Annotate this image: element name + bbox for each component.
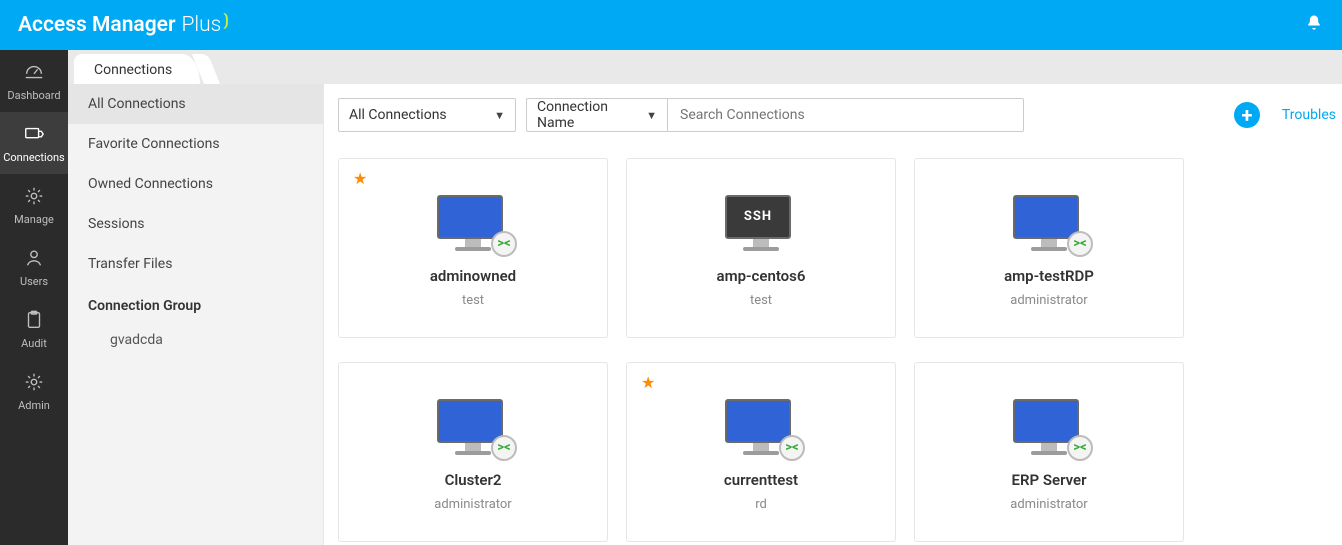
search-input[interactable] — [668, 98, 1024, 132]
filter-select[interactable]: All Connections ▼ — [338, 98, 516, 132]
connection-name: Cluster2 — [445, 471, 502, 489]
sidebar-owned-connections[interactable]: Owned Connections — [68, 164, 323, 204]
plus-icon: + — [1241, 103, 1252, 127]
connection-user: rd — [755, 497, 767, 512]
troubleshoot-link[interactable]: Troubles — [1282, 107, 1336, 123]
connection-card[interactable]: SSH amp-centos6 test — [626, 158, 896, 338]
sidebar-favorite-connections[interactable]: Favorite Connections — [68, 124, 323, 164]
rdp-monitor-icon: >< — [1013, 195, 1085, 255]
connection-name: currenttest — [724, 471, 798, 489]
brand-suffix: Plus — [182, 13, 222, 37]
rdp-monitor-icon: >< — [725, 399, 797, 459]
filter-select-label: All Connections — [349, 107, 447, 123]
gauge-icon — [23, 61, 45, 83]
caret-down-icon: ▼ — [646, 109, 657, 122]
brand-arc-icon: ⟯ — [223, 10, 228, 30]
clipboard-icon — [23, 309, 45, 331]
rdp-badge-icon: >< — [491, 231, 517, 257]
rdp-monitor-icon: >< — [437, 195, 509, 255]
caret-down-icon: ▼ — [494, 109, 505, 122]
notifications-button[interactable] — [1304, 13, 1324, 37]
main-panel: All Connections ▼ Connection Name ▼ + Tr… — [324, 84, 1342, 545]
sidebar-group-header: Connection Group — [68, 284, 323, 322]
nav-audit[interactable]: Audit — [0, 298, 68, 360]
connection-card[interactable]: ★ >< adminowned test — [338, 158, 608, 338]
users-icon — [23, 247, 45, 269]
rdp-badge-icon: >< — [1067, 435, 1093, 461]
nav-label: Admin — [18, 399, 50, 412]
connection-user: administrator — [1010, 293, 1087, 308]
gear-icon — [23, 185, 45, 207]
connection-user: test — [750, 293, 772, 308]
search-field-select[interactable]: Connection Name ▼ — [526, 98, 668, 132]
connections-grid: ★ >< adminowned test SSH amp-centos6 test >< amp… — [338, 158, 1334, 542]
nav-users[interactable]: Users — [0, 236, 68, 298]
toolbar: All Connections ▼ Connection Name ▼ + Tr… — [338, 98, 1334, 132]
top-bar: Access Manager Plus ⟯ — [0, 0, 1342, 50]
rdp-badge-icon: >< — [491, 435, 517, 461]
search-field-label: Connection Name — [537, 99, 638, 131]
rdp-monitor-icon: >< — [1013, 399, 1085, 459]
tab-connections[interactable]: Connections — [74, 54, 200, 84]
primary-nav: Dashboard Connections Manage Users Audit… — [0, 50, 68, 545]
content-area: Connections All Connections Favorite Con… — [68, 50, 1342, 545]
sidebar-transfer-files[interactable]: Transfer Files — [68, 244, 323, 284]
connections-sidebar: All Connections Favorite Connections Own… — [68, 84, 324, 545]
connection-name: ERP Server — [1012, 471, 1087, 489]
rdp-badge-icon: >< — [1067, 231, 1093, 257]
rdp-monitor-icon: >< — [437, 399, 509, 459]
connection-card[interactable]: >< amp-testRDP administrator — [914, 158, 1184, 338]
connection-name: amp-centos6 — [717, 267, 806, 285]
connection-card[interactable]: >< Cluster2 administrator — [338, 362, 608, 542]
connections-icon — [23, 123, 45, 145]
page-body: All Connections Favorite Connections Own… — [68, 84, 1342, 545]
nav-admin[interactable]: Admin — [0, 360, 68, 422]
rdp-badge-icon: >< — [779, 435, 805, 461]
star-icon: ★ — [641, 373, 655, 392]
star-icon: ★ — [353, 169, 367, 188]
nav-label: Manage — [14, 213, 54, 226]
brand: Access Manager Plus ⟯ — [18, 13, 233, 37]
sidebar-group-item[interactable]: gvadcda — [68, 322, 323, 358]
connection-name: adminowned — [430, 267, 516, 285]
gear-icon — [23, 371, 45, 393]
connection-name: amp-testRDP — [1004, 267, 1094, 285]
connection-card[interactable]: >< ERP Server administrator — [914, 362, 1184, 542]
nav-dashboard[interactable]: Dashboard — [0, 50, 68, 112]
tab-label: Connections — [94, 62, 172, 78]
nav-manage[interactable]: Manage — [0, 174, 68, 236]
nav-label: Connections — [3, 151, 64, 164]
connection-user: administrator — [434, 497, 511, 512]
add-connection-button[interactable]: + — [1234, 102, 1260, 128]
brand-name: Access Manager — [18, 13, 176, 37]
connection-card[interactable]: ★ >< currenttest rd — [626, 362, 896, 542]
nav-label: Dashboard — [7, 89, 60, 102]
sidebar-all-connections[interactable]: All Connections — [68, 84, 323, 124]
nav-connections[interactable]: Connections — [0, 112, 68, 174]
ssh-terminal-icon: SSH — [725, 195, 797, 255]
sidebar-sessions[interactable]: Sessions — [68, 204, 323, 244]
connection-user: administrator — [1010, 497, 1087, 512]
nav-label: Users — [20, 275, 48, 288]
nav-label: Audit — [21, 337, 47, 350]
connection-user: test — [462, 293, 484, 308]
bell-icon — [1304, 13, 1324, 33]
tab-strip: Connections — [68, 50, 1342, 84]
